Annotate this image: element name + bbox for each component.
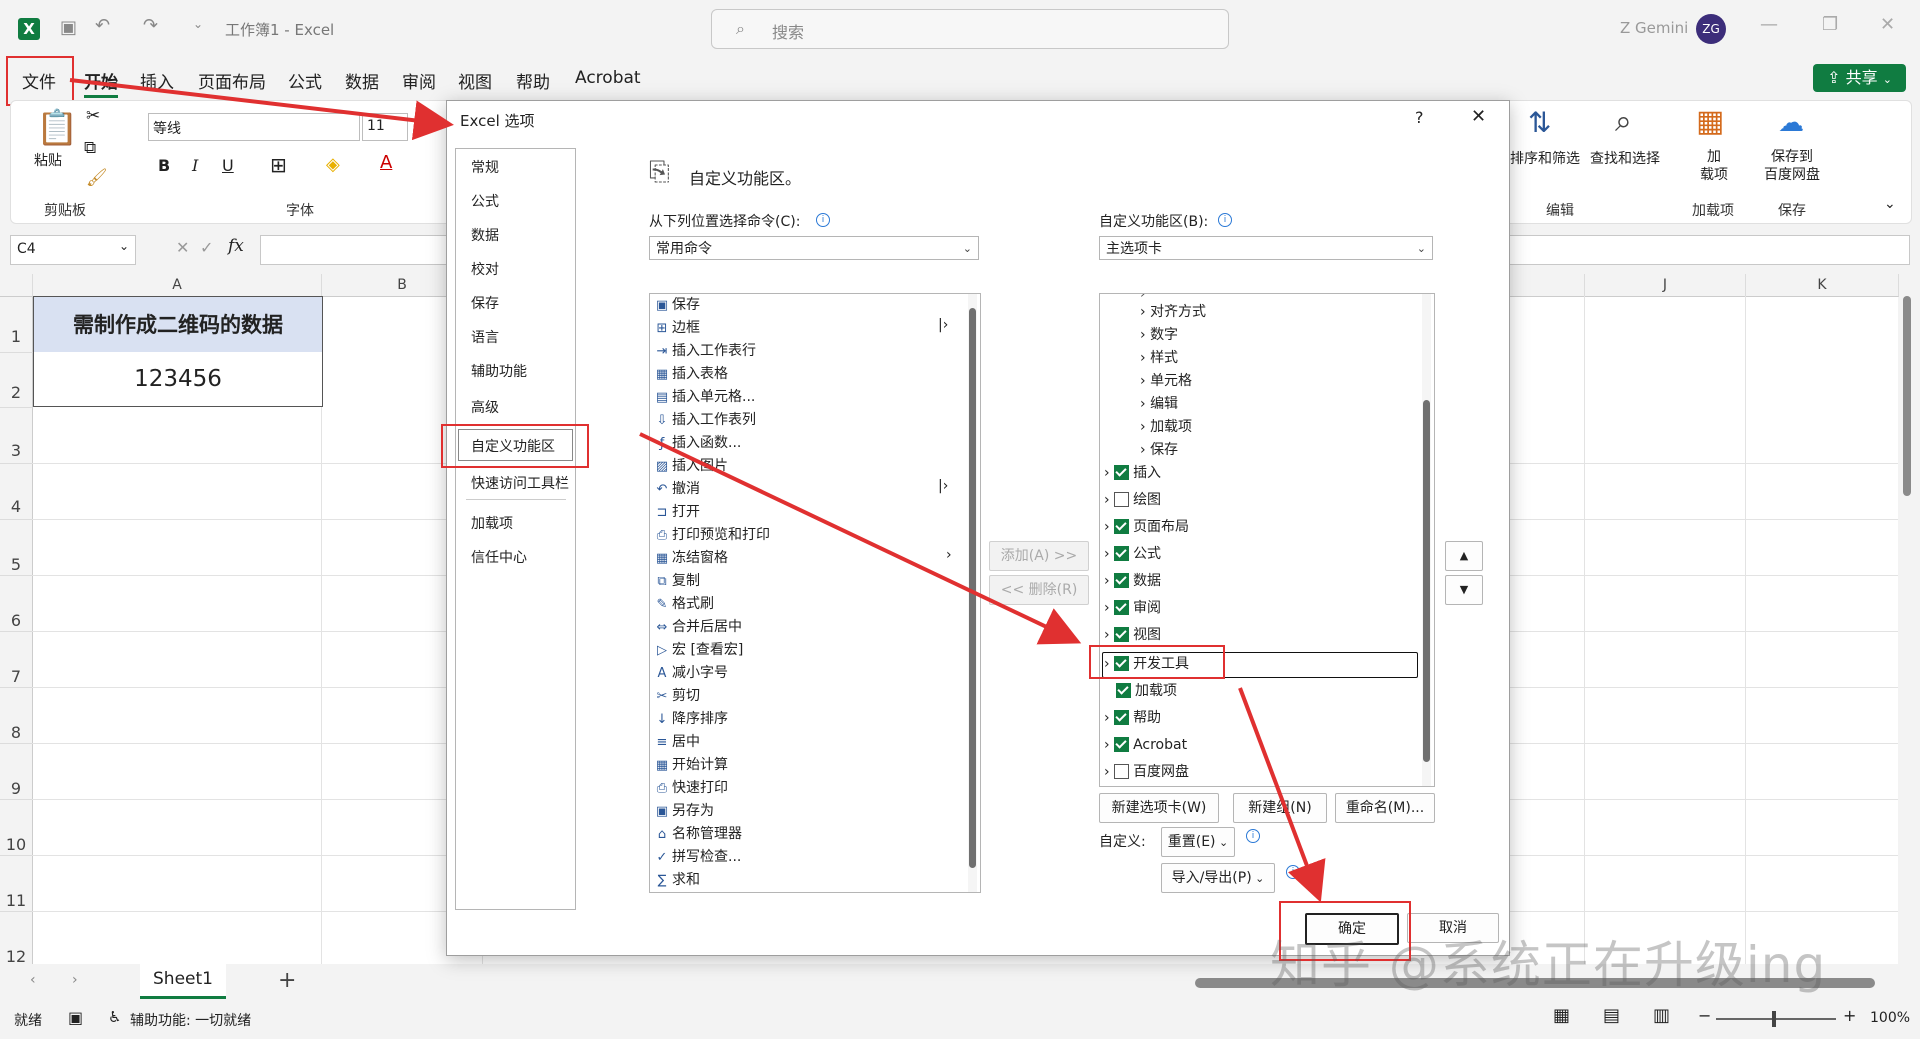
arrow-developer-to-ok (1238, 687, 1326, 903)
watermark-text: 知乎 @系统正在升级ing (1270, 936, 1827, 994)
arrow-file-to-dialog (69, 78, 454, 141)
annotation-arrows (69, 78, 1326, 903)
arrow-nav-to-developer (639, 432, 1082, 645)
